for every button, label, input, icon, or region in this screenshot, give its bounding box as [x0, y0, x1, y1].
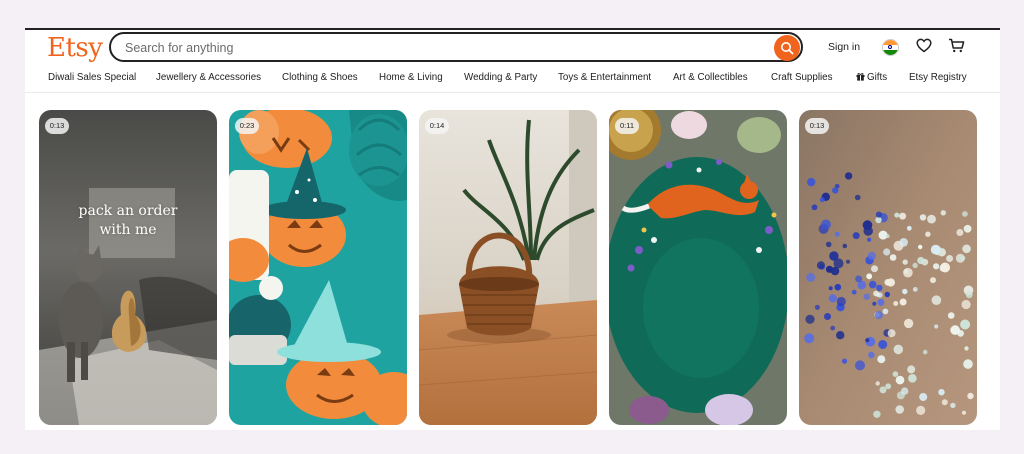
video-overlay-caption: pack an order with me: [39, 202, 217, 240]
video-thumbnail: [799, 110, 977, 425]
gift-icon: [856, 73, 865, 81]
search-icon: [781, 42, 794, 55]
sign-in-link[interactable]: Sign in: [828, 41, 860, 53]
heart-icon[interactable]: [916, 38, 932, 53]
video-card-embroidered-beret[interactable]: 0:11: [609, 110, 787, 425]
etsy-logo[interactable]: Etsy: [47, 33, 103, 63]
india-flag-icon[interactable]: [882, 39, 899, 56]
video-thumbnail: [419, 110, 597, 425]
nav-item-etsy-registry[interactable]: Etsy Registry: [909, 72, 967, 83]
category-nav: Diwali Sales Special Jewellery & Accesso…: [25, 70, 1000, 90]
nav-item-wedding[interactable]: Wedding & Party: [464, 72, 537, 83]
video-duration-badge: 0:13: [805, 118, 829, 134]
nav-item-jewellery[interactable]: Jewellery & Accessories: [156, 72, 261, 83]
nav-item-diwali-sales[interactable]: Diwali Sales Special: [48, 72, 136, 83]
video-duration-badge: 0:23: [235, 118, 259, 134]
nav-item-gifts[interactable]: Gifts: [856, 72, 887, 83]
nav-item-toys[interactable]: Toys & Entertainment: [558, 72, 651, 83]
video-card-pumpkin-cookies[interactable]: 0:23: [229, 110, 407, 425]
search-button[interactable]: [774, 35, 800, 61]
video-duration-badge: 0:11: [615, 118, 639, 134]
video-thumbnail: [229, 110, 407, 425]
video-duration-badge: 0:13: [45, 118, 69, 134]
nav-item-clothing[interactable]: Clothing & Shoes: [282, 72, 358, 83]
search-bar: [109, 32, 803, 62]
cart-icon[interactable]: [948, 38, 965, 53]
overlay-line-1: pack an order: [78, 203, 178, 219]
header: Etsy Sign in: [25, 30, 1000, 92]
video-thumbnail: [609, 110, 787, 425]
video-thumbnail: [39, 110, 217, 425]
header-divider: [25, 92, 1000, 93]
nav-item-gifts-label: Gifts: [867, 72, 888, 83]
nav-item-craft-supplies[interactable]: Craft Supplies: [771, 72, 833, 83]
video-card-beads[interactable]: 0:13: [799, 110, 977, 425]
video-card-wicker-basket[interactable]: 0:14: [419, 110, 597, 425]
search-input[interactable]: [123, 38, 767, 58]
nav-item-art[interactable]: Art & Collectibles: [673, 72, 748, 83]
video-duration-badge: 0:14: [425, 118, 449, 134]
video-card-pack-order[interactable]: pack an order with me 0:13: [39, 110, 217, 425]
nav-item-home-living[interactable]: Home & Living: [379, 72, 443, 83]
etsy-page: Etsy Sign in: [25, 30, 1000, 430]
overlay-line-2: with me: [99, 222, 157, 238]
